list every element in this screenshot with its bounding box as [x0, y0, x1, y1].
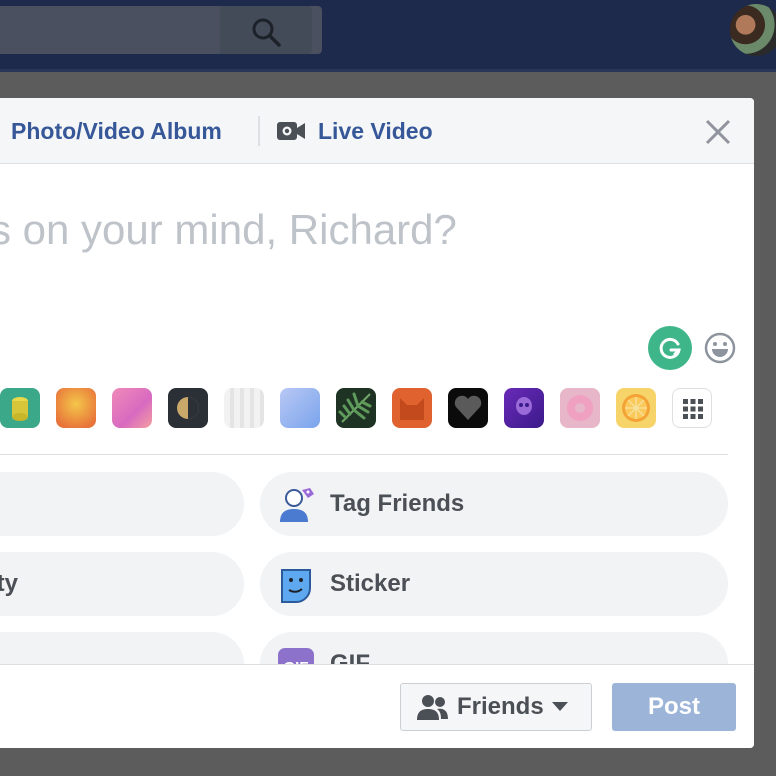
- background-swatch[interactable]: [280, 388, 320, 428]
- grammarly-button[interactable]: [648, 326, 692, 370]
- post-composer-textarea[interactable]: s on your mind, Richard?: [0, 206, 457, 254]
- more-backgrounds-button[interactable]: [672, 388, 712, 428]
- sticker-label: Sticker: [330, 570, 411, 597]
- action-label: ity: [0, 570, 19, 597]
- top-navigation-bar: [0, 0, 776, 72]
- post-button-label: Post: [647, 693, 700, 720]
- background-swatch[interactable]: [224, 388, 264, 428]
- dialog-footer: Friends Post: [0, 664, 754, 748]
- tag-friends-icon: [280, 488, 314, 522]
- background-swatch[interactable]: [616, 388, 656, 428]
- search-input[interactable]: [0, 6, 322, 54]
- post-button[interactable]: Post: [612, 683, 736, 731]
- background-picker: [0, 388, 754, 428]
- video-camera-icon: [277, 122, 305, 140]
- tab-live-video-label: Live Video: [318, 117, 433, 144]
- header-divider: [258, 116, 260, 146]
- smiley-icon[interactable]: [704, 332, 736, 364]
- background-swatch[interactable]: [560, 388, 600, 428]
- sticker-icon: [281, 569, 311, 603]
- action-button-left-1[interactable]: [0, 472, 244, 536]
- dialog-header: Photo/Video Album Live Video: [0, 98, 754, 164]
- grid-icon: [683, 399, 703, 419]
- action-button-feeling-activity[interactable]: ity: [0, 552, 244, 616]
- close-icon[interactable]: [702, 116, 734, 148]
- audience-selector[interactable]: Friends: [400, 683, 592, 731]
- background-swatch[interactable]: [504, 388, 544, 428]
- friends-icon: [417, 695, 448, 720]
- divider: [0, 454, 728, 455]
- create-post-dialog: Photo/Video Album Live Video s on your m…: [0, 98, 754, 748]
- background-swatch[interactable]: [392, 388, 432, 428]
- background-swatch[interactable]: [336, 388, 376, 428]
- search-icon: [252, 18, 281, 47]
- profile-avatar[interactable]: [730, 4, 776, 56]
- background-swatch[interactable]: [112, 388, 152, 428]
- background-swatch[interactable]: [448, 388, 488, 428]
- caret-down-icon: [551, 702, 568, 711]
- tab-photo-video-album[interactable]: Photo/Video Album: [11, 116, 222, 146]
- tag-friends-label: Tag Friends: [330, 490, 465, 517]
- grammarly-icon: [659, 337, 681, 359]
- background-swatch[interactable]: [168, 388, 208, 428]
- sticker-button[interactable]: Sticker: [260, 552, 728, 616]
- audience-label: Friends: [457, 693, 544, 720]
- background-swatch[interactable]: [0, 388, 40, 428]
- tag-friends-button[interactable]: Tag Friends: [260, 472, 728, 536]
- tab-photo-video-album-label: Photo/Video Album: [11, 117, 222, 144]
- background-swatch[interactable]: [56, 388, 96, 428]
- search-button[interactable]: [220, 6, 312, 54]
- tab-live-video[interactable]: Live Video: [276, 116, 433, 146]
